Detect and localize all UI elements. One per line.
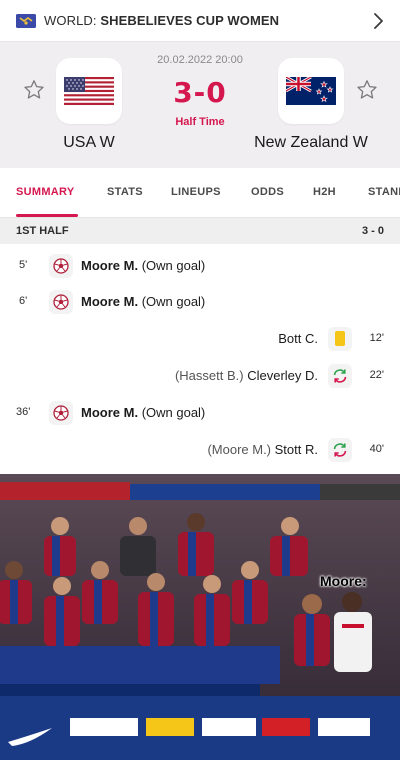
match-tabs: SUMMARY STATS LINEUPS ODDS H2H STANDINGS	[0, 168, 400, 218]
substitution-arrows-icon	[328, 438, 352, 462]
active-tab-indicator	[16, 214, 78, 217]
event-text: Bott C.	[278, 331, 318, 346]
tab-lineups[interactable]: LINEUPS	[171, 186, 221, 198]
home-team-logo[interactable]	[56, 58, 122, 124]
event-row[interactable]: 36' Moore M. (Own goal)	[0, 396, 400, 432]
tab-summary[interactable]: SUMMARY	[16, 186, 75, 198]
event-text: Moore M. (Own goal)	[81, 294, 206, 309]
meme-team-photo: Moore:	[0, 474, 400, 760]
half-header: 1ST HALF 3 - 0	[0, 218, 400, 244]
tab-odds[interactable]: ODDS	[251, 186, 284, 198]
favorite-away-star-icon[interactable]	[355, 78, 379, 102]
match-score: 3-0	[173, 76, 227, 109]
goal-ball-icon	[49, 254, 73, 278]
event-minute: 22'	[369, 369, 384, 381]
world-flag-icon	[16, 13, 36, 28]
team-photo-illustration	[0, 474, 400, 760]
substitution-arrows-icon	[328, 364, 352, 388]
event-text: (Hassett B.) Cleverley D.	[174, 368, 318, 383]
tab-h2h[interactable]: H2H	[313, 186, 336, 198]
event-minute: 5'	[19, 259, 28, 271]
event-minute: 40'	[369, 443, 384, 455]
event-row[interactable]: 5' Moore M. (Own goal)	[0, 249, 400, 285]
event-row[interactable]: (Hassett B.) Cleverley D. 22'	[0, 359, 400, 395]
event-row[interactable]: (Moore M.) Stott R. 40'	[0, 433, 400, 469]
event-minute: 12'	[369, 332, 384, 344]
tab-stats[interactable]: STATS	[107, 186, 143, 198]
half-score: 3 - 0	[361, 225, 384, 237]
usa-flag-icon	[64, 77, 114, 105]
event-minute: 6'	[19, 295, 28, 307]
goal-ball-icon	[49, 401, 73, 425]
event-row[interactable]: 6' Moore M. (Own goal)	[0, 285, 400, 321]
chevron-right-icon[interactable]	[368, 11, 388, 31]
yellow-card-icon	[328, 327, 352, 351]
league-header[interactable]: WORLD: SHEBELIEVES CUP WOMEN	[0, 0, 400, 42]
match-status: Half Time	[175, 116, 225, 128]
away-team-name[interactable]: New Zealand W	[246, 134, 376, 152]
league-title: WORLD: SHEBELIEVES CUP WOMEN	[44, 13, 280, 28]
away-team-logo[interactable]	[278, 58, 344, 124]
event-text: Moore M. (Own goal)	[81, 405, 206, 420]
match-header: 20.02.2022 20:00 3-0 Half Time USA W New…	[0, 42, 400, 168]
event-text: (Moore M.) Stott R.	[207, 442, 318, 457]
meme-caption: Moore:	[320, 573, 367, 589]
favorite-home-star-icon[interactable]	[22, 78, 46, 102]
event-row[interactable]: Bott C. 12'	[0, 322, 400, 358]
home-team-name[interactable]: USA W	[39, 134, 139, 152]
tab-standings[interactable]: STANDINGS	[368, 186, 400, 198]
new-zealand-flag-icon	[286, 77, 336, 105]
half-label: 1ST HALF	[16, 225, 69, 237]
event-minute: 36'	[16, 406, 31, 418]
goal-ball-icon	[49, 290, 73, 314]
event-text: Moore M. (Own goal)	[81, 258, 206, 273]
